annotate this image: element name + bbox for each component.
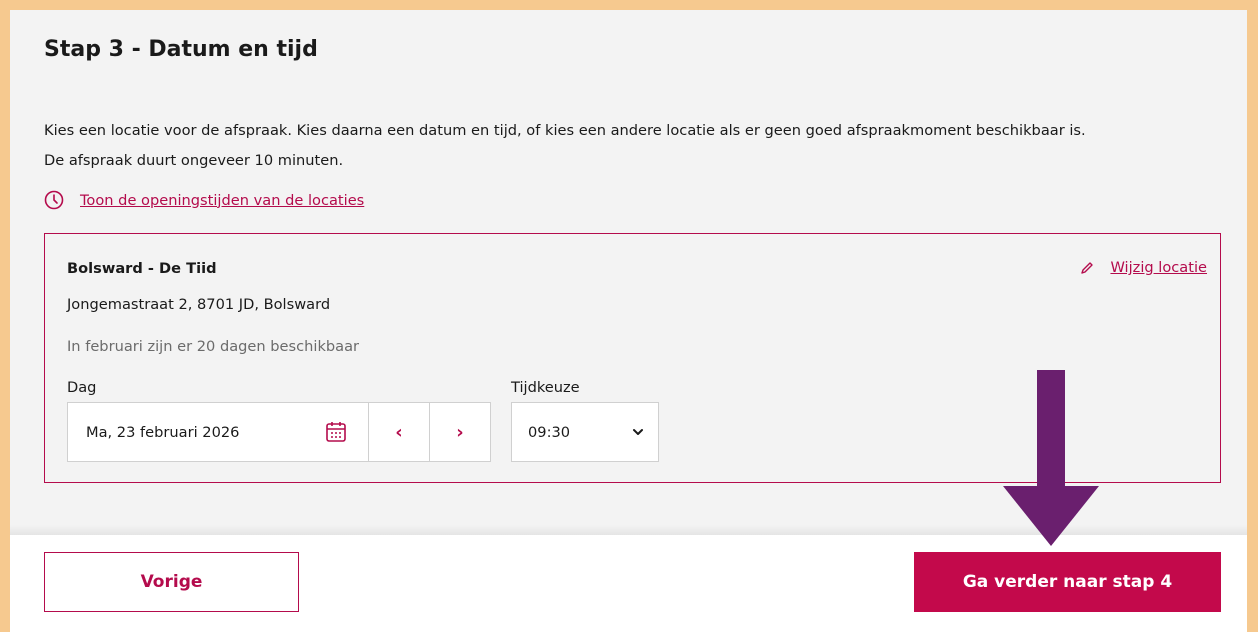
day-label: Dag <box>67 379 97 396</box>
annotation-arrow-icon <box>1003 370 1099 546</box>
availability-text: In februari zijn er 20 dagen beschikbaar <box>67 338 360 355</box>
footer-bar: Vorige Ga verder naar stap 4 <box>10 535 1247 632</box>
intro-line-1: Kies een locatie voor de afspraak. Kies … <box>44 122 1086 139</box>
next-step-button[interactable]: Ga verder naar stap 4 <box>914 552 1221 612</box>
time-label: Tijdkeuze <box>511 379 580 396</box>
chevron-down-icon <box>633 429 643 435</box>
calendar-icon[interactable] <box>324 420 348 444</box>
pencil-icon <box>1081 261 1094 274</box>
change-location-label: Wijzig locatie <box>1110 259 1207 276</box>
previous-step-button[interactable]: Vorige <box>44 552 299 612</box>
page-title: Stap 3 - Datum en tijd <box>44 37 318 62</box>
opening-hours-row: Toon de openingstijden van de locaties <box>44 190 364 210</box>
time-value: 09:30 <box>528 423 571 441</box>
opening-hours-link[interactable]: Toon de openingstijden van de locaties <box>80 192 364 209</box>
clock-icon <box>44 190 64 210</box>
previous-day-button[interactable]: ‹ <box>368 402 430 462</box>
intro-line-2: De afspraak duurt ongeveer 10 minuten. <box>44 152 344 169</box>
appointment-step-panel: Stap 3 - Datum en tijd Kies een locatie … <box>10 10 1247 632</box>
date-value: Ma, 23 februari 2026 <box>86 423 240 441</box>
intro-text: Kies een locatie voor de afspraak. Kies … <box>44 116 1234 176</box>
chevron-right-icon: › <box>456 421 464 443</box>
chevron-left-icon: ‹ <box>395 421 403 443</box>
location-address: Jongemastraat 2, 8701 JD, Bolsward <box>67 296 331 313</box>
next-day-button[interactable]: › <box>429 402 491 462</box>
time-select[interactable]: 09:30 <box>511 402 659 462</box>
location-name: Bolsward - De Tiid <box>67 260 217 277</box>
change-location-link[interactable]: Wijzig locatie <box>1080 259 1207 276</box>
date-input[interactable]: Ma, 23 februari 2026 <box>67 402 369 462</box>
